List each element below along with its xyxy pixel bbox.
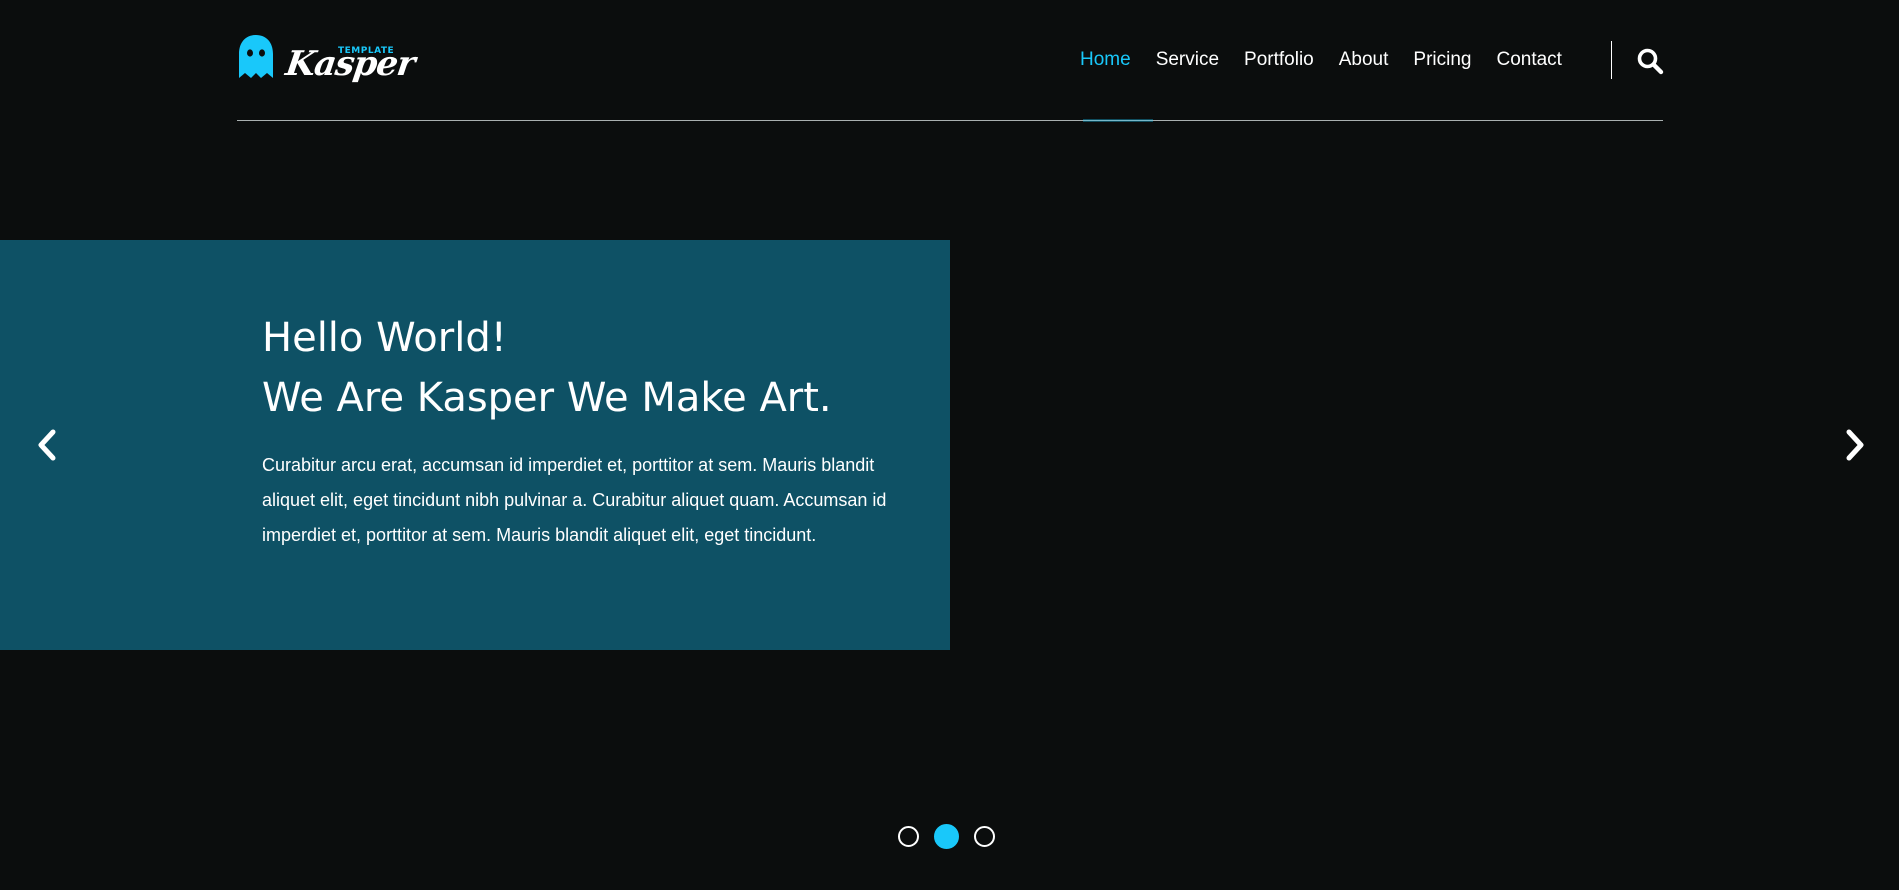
slide-heading-line2: We Are Kasper We Make Art.	[262, 375, 832, 421]
slide-bullet-1[interactable]	[898, 826, 919, 847]
hero-slide	[0, 240, 950, 650]
ghost-icon	[239, 35, 273, 78]
site-logo[interactable]: TEMPLATE Kasper	[236, 32, 417, 86]
page: TEMPLATE Kasper Home Service Portfolio A…	[0, 0, 1903, 890]
slide-heading: Hello World! We Are Kasper We Make Art.	[262, 308, 902, 428]
slide-heading-line1: Hello World!	[262, 315, 507, 361]
chevron-left-icon	[38, 429, 56, 461]
next-slide-button[interactable]	[1843, 426, 1867, 464]
nav-item-contact[interactable]: Contact	[1496, 49, 1561, 71]
header-divider	[237, 120, 1663, 121]
slide-bullets	[898, 824, 1010, 849]
search-icon	[1637, 48, 1664, 75]
nav-item-home[interactable]: Home	[1080, 49, 1131, 71]
nav-divider	[1611, 41, 1612, 79]
slide-bullet-3[interactable]	[974, 826, 995, 847]
main-nav: Home Service Portfolio About Pricing Con…	[1080, 47, 1587, 73]
nav-item-service[interactable]: Service	[1156, 49, 1219, 71]
prev-slide-button[interactable]	[35, 426, 59, 464]
scrollbar[interactable]	[1899, 0, 1903, 890]
logo-name: Kasper	[283, 44, 417, 84]
slide-body: Curabitur arcu erat, accumsan id imperdi…	[262, 455, 887, 545]
slide-bullet-2[interactable]	[934, 824, 959, 849]
active-nav-indicator	[1083, 119, 1153, 122]
nav-item-portfolio[interactable]: Portfolio	[1244, 49, 1314, 71]
nav-item-pricing[interactable]: Pricing	[1413, 49, 1471, 71]
search-button[interactable]	[1636, 47, 1664, 75]
chevron-right-icon	[1846, 429, 1864, 461]
nav-item-about[interactable]: About	[1339, 49, 1389, 71]
